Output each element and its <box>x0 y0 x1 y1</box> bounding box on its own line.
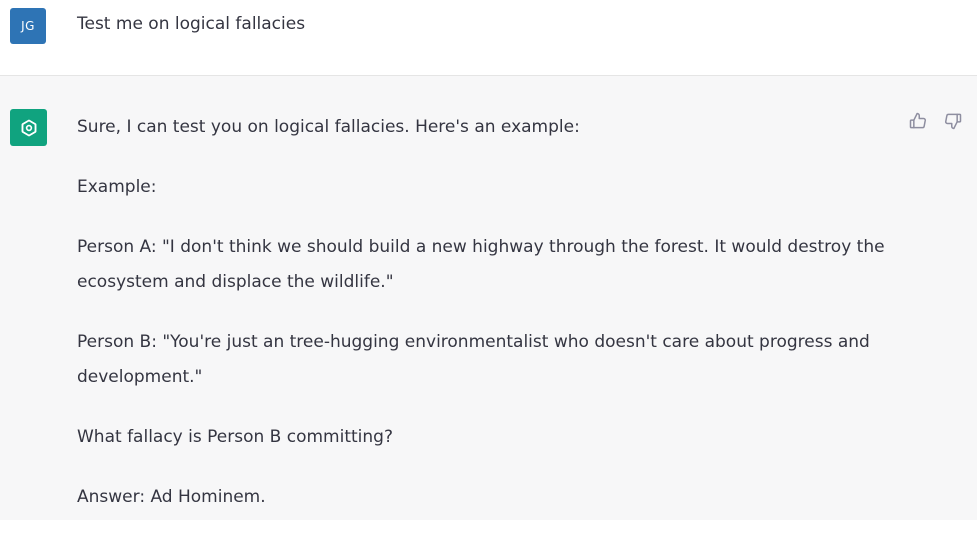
thumbs-down-icon <box>945 113 962 130</box>
feedback-controls <box>908 111 963 131</box>
thumbs-up-icon <box>909 112 926 129</box>
message-paragraph: Answer: Ad Hominem. <box>77 487 266 507</box>
message-paragraph: Example: <box>77 177 157 197</box>
thumbs-down-button[interactable] <box>943 111 963 131</box>
user-message-text: Test me on logical fallacies <box>77 14 306 34</box>
message-paragraph: Sure, I can test you on logical fallacie… <box>77 117 580 137</box>
assistant-avatar <box>10 109 47 146</box>
message-paragraph: Person B: "You're just an tree-hugging e… <box>77 332 870 387</box>
user-avatar: JG <box>10 8 46 44</box>
message-paragraph: What fallacy is Person B committing? <box>77 427 393 447</box>
thumbs-up-button[interactable] <box>908 111 928 131</box>
assistant-message: Sure, I can test you on logical fallacie… <box>77 110 907 540</box>
user-message-row: JG Test me on logical fallacies <box>0 0 977 76</box>
message-paragraph: Person A: "I don't think we should build… <box>77 237 885 292</box>
openai-logo-icon <box>21 119 36 136</box>
assistant-message-row: Sure, I can test you on logical fallacie… <box>0 76 977 520</box>
